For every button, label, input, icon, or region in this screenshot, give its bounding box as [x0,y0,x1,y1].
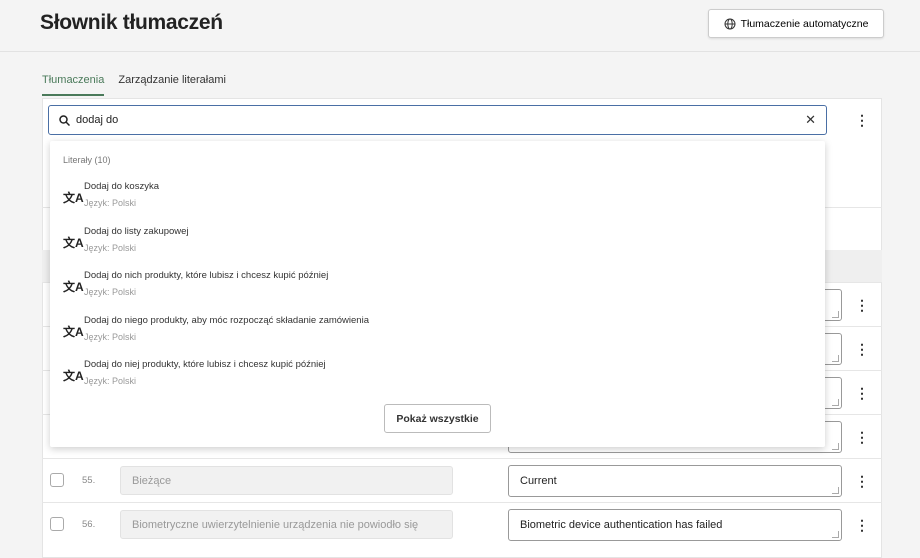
suggestion-label: Dodaj do koszyka [84,181,159,192]
clear-icon[interactable]: ✕ [805,112,816,128]
search-icon [59,114,70,126]
target-textarea[interactable]: Current [508,465,842,497]
row-number: 55. [82,475,96,486]
suggestion-item[interactable]: 文A Dodaj do niego produkty, aby móc rozpo… [63,315,803,355]
target-textarea[interactable]: Biometric device authentication has fail… [508,509,842,541]
page-title: Słownik tłumaczeń [40,11,223,34]
suggestion-label: Dodaj do niego produkty, aby móc rozpocz… [84,315,369,326]
more-icon[interactable]: ⋮ [855,474,869,488]
suggestion-language: Język: Polski [84,198,137,208]
source-text: Biometryczne uwierzytelnienie urządzenia… [120,510,453,539]
translate-icon: 文A [63,236,84,250]
suggestion-item[interactable]: 文A Dodaj do nich produkty, które lubisz i… [63,270,803,310]
more-icon[interactable]: ⋮ [855,518,869,532]
translate-icon: 文A [63,191,84,205]
suggestion-label: Dodaj do niej produkty, które lubisz i c… [84,359,326,370]
auto-translate-label: Tłumaczenie automatyczne [740,17,869,30]
more-icon[interactable]: ⋮ [855,298,869,312]
suggestion-language: Język: Polski [84,376,137,386]
suggestion-label: Dodaj do nich produkty, które lubisz i c… [84,270,329,281]
source-text: Bieżące [120,466,453,495]
suggestion-item[interactable]: 文A Dodaj do listy zakupowej Język: Polski [63,226,803,266]
tabs: Tłumaczenia Zarządzanie literałami [42,74,226,96]
search-suggestions-dropdown: Literały (10) 文A Dodaj do koszyka Język: P… [50,141,825,447]
translate-icon: 文A [63,369,84,383]
suggestion-language: Język: Polski [84,243,137,253]
more-icon[interactable]: ⋮ [855,342,869,356]
more-icon[interactable]: ⋮ [855,113,869,127]
translate-icon: 文A [63,280,84,294]
page-header: Słownik tłumaczeń Tłumaczenie automatycz… [0,0,920,52]
table-row: 55. Bieżące Current ⋮ [42,458,882,502]
suggestion-item[interactable]: 文A Dodaj do niej produkty, które lubisz i… [63,359,803,399]
tab-literals-management[interactable]: Zarządzanie literałami [118,74,226,96]
row-number: 56. [82,519,96,530]
suggestion-label: Dodaj do listy zakupowej [84,226,189,237]
tab-translations[interactable]: Tłumaczenia [42,74,105,96]
globe-icon [724,18,736,29]
suggestion-item[interactable]: 文A Dodaj do koszyka Język: Polski [63,181,803,221]
more-icon[interactable]: ⋮ [855,430,869,444]
search-field[interactable]: ✕ [48,105,827,135]
table-row: 56. Biometryczne uwierzytelnienie urządz… [42,502,882,546]
suggestion-language: Język: Polski [84,287,137,297]
auto-translate-button[interactable]: Tłumaczenie automatyczne [708,9,884,38]
row-checkbox[interactable] [50,517,64,531]
search-input[interactable] [76,114,806,126]
row-checkbox[interactable] [50,473,64,487]
translate-icon: 文A [63,325,84,339]
suggestion-language: Język: Polski [84,332,137,342]
more-icon[interactable]: ⋮ [855,386,869,400]
show-all-button[interactable]: Pokaż wszystkie [384,404,491,433]
suggestions-heading: Literały (10) [63,155,111,165]
